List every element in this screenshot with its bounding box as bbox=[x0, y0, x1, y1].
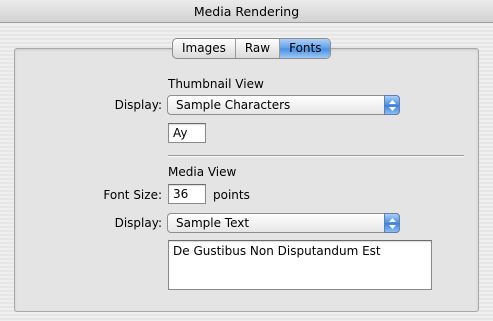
tab-images[interactable]: Images bbox=[173, 39, 236, 58]
thumbnail-view-heading: Thumbnail View bbox=[168, 77, 264, 91]
popup-arrows-icon bbox=[384, 95, 400, 115]
thumbnail-sample-field[interactable]: Ay bbox=[168, 123, 206, 143]
sample-text-area[interactable]: De Gustibus Non Disputandum Est bbox=[168, 240, 432, 290]
font-size-unit: points bbox=[213, 188, 250, 202]
thumbnail-display-label: Display: bbox=[114, 98, 162, 112]
font-size-label: Font Size: bbox=[103, 188, 162, 202]
popup-arrows-icon bbox=[384, 213, 400, 233]
window-titlebar[interactable]: Media Rendering bbox=[0, 0, 493, 23]
section-divider bbox=[168, 155, 464, 157]
tab-raw[interactable]: Raw bbox=[236, 39, 281, 58]
thumbnail-display-value: Sample Characters bbox=[176, 98, 291, 112]
media-display-popup[interactable]: Sample Text bbox=[167, 213, 400, 233]
media-view-heading: Media View bbox=[168, 165, 237, 179]
thumbnail-display-popup[interactable]: Sample Characters bbox=[167, 95, 400, 115]
font-size-field[interactable]: 36 bbox=[168, 184, 206, 204]
tab-fonts[interactable]: Fonts bbox=[280, 39, 331, 58]
sample-text-value: De Gustibus Non Disputandum Est bbox=[173, 244, 381, 258]
media-display-value: Sample Text bbox=[176, 216, 250, 230]
media-display-label: Display: bbox=[114, 216, 162, 230]
tab-bar: Images Raw Fonts bbox=[172, 38, 332, 59]
window-title: Media Rendering bbox=[193, 4, 300, 19]
